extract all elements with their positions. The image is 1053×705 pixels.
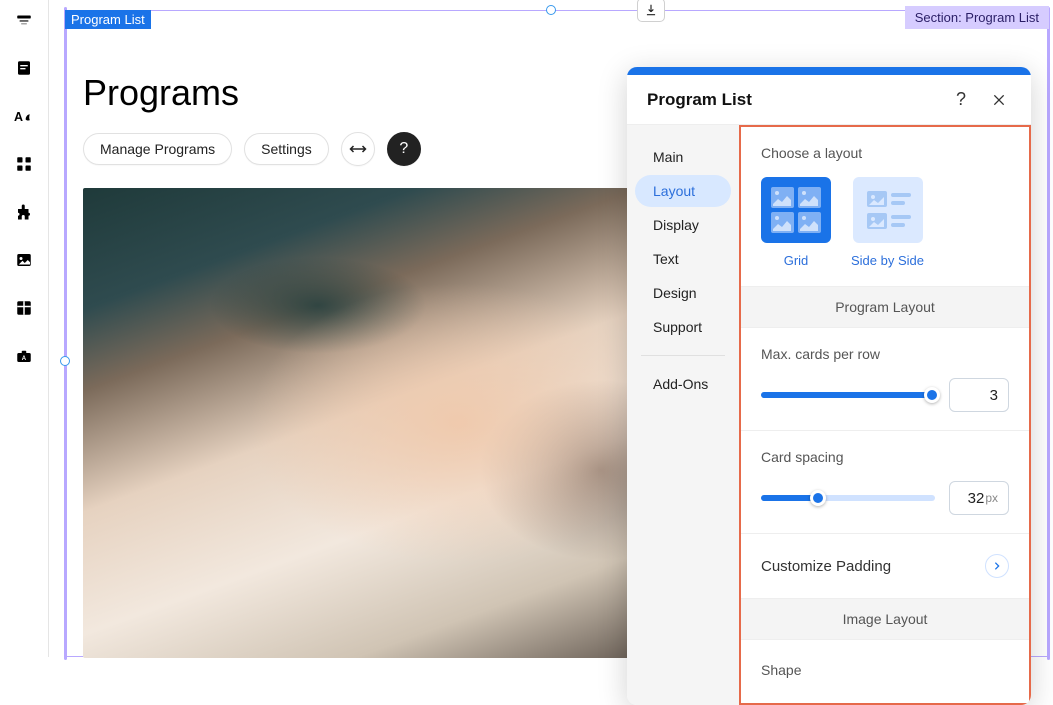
panel-accent-bar: [627, 67, 1031, 75]
program-layout-header: Program Layout: [741, 287, 1029, 328]
shape-section: Shape: [741, 640, 1029, 682]
customize-padding-row[interactable]: Customize Padding: [741, 534, 1029, 599]
customize-padding-label: Customize Padding: [761, 558, 891, 575]
media-icon[interactable]: [10, 246, 38, 274]
choose-layout-label: Choose a layout: [761, 145, 1009, 161]
nav-design[interactable]: Design: [635, 277, 731, 309]
choose-layout-section: Choose a layout: [741, 127, 1029, 287]
image-layout-header: Image Layout: [741, 599, 1029, 640]
chevron-right-icon: [985, 554, 1009, 578]
shape-label: Shape: [761, 662, 1009, 678]
page-icon[interactable]: [10, 54, 38, 82]
editor-stage: Section: Program List Program List Progr…: [48, 0, 1053, 657]
panel-header: Program List ?: [627, 75, 1031, 125]
nav-layout[interactable]: Layout: [635, 175, 731, 207]
nav-display[interactable]: Display: [635, 209, 731, 241]
card-spacing-section: Card spacing 32px: [741, 431, 1029, 534]
max-cards-slider[interactable]: [761, 392, 935, 398]
manage-programs-button[interactable]: Manage Programs: [83, 133, 232, 165]
panel-help-icon[interactable]: ?: [949, 88, 973, 112]
card-spacing-value: 32: [968, 490, 985, 507]
max-cards-input[interactable]: 3: [949, 378, 1009, 412]
layers-icon[interactable]: [10, 6, 38, 34]
card-spacing-unit: px: [985, 491, 998, 505]
nav-divider: [641, 355, 725, 356]
svg-text:A: A: [22, 356, 27, 362]
layout-option-grid-label: Grid: [784, 253, 809, 268]
panel-nav: Main Layout Display Text Design Support …: [627, 125, 739, 705]
program-list-panel: Program List ? Main Layout Display Text …: [627, 67, 1031, 705]
stretch-button[interactable]: [341, 132, 375, 166]
program-list-badge: Program List: [65, 10, 151, 29]
theme-icon[interactable]: A: [10, 102, 38, 130]
card-spacing-input[interactable]: 32px: [949, 481, 1009, 515]
layout-option-side[interactable]: Side by Side: [851, 177, 924, 268]
section-label: Section: Program List: [905, 6, 1049, 29]
help-button[interactable]: ?: [387, 132, 421, 166]
addon-icon[interactable]: [10, 198, 38, 226]
max-cards-section: Max. cards per row 3: [741, 328, 1029, 431]
layout-option-side-label: Side by Side: [851, 253, 924, 268]
panel-content: Choose a layout: [739, 125, 1031, 705]
data-icon[interactable]: [10, 294, 38, 322]
nav-main[interactable]: Main: [635, 141, 731, 173]
selection-handle-left[interactable]: [60, 356, 70, 366]
card-spacing-label: Card spacing: [761, 449, 1009, 465]
layout-option-grid[interactable]: Grid: [761, 177, 831, 268]
nav-support[interactable]: Support: [635, 311, 731, 343]
max-cards-label: Max. cards per row: [761, 346, 1009, 362]
max-cards-value: 3: [990, 387, 998, 404]
nav-addons[interactable]: Add-Ons: [635, 368, 731, 400]
panel-title: Program List: [647, 90, 935, 110]
drag-download-chip[interactable]: [637, 0, 665, 22]
apps-icon[interactable]: [10, 150, 38, 178]
card-spacing-slider[interactable]: [761, 495, 935, 501]
panel-close-icon[interactable]: [987, 88, 1011, 112]
svg-text:A: A: [14, 110, 23, 124]
selection-handle-top[interactable]: [546, 5, 556, 15]
business-icon[interactable]: A: [10, 342, 38, 370]
left-rail: A A: [0, 0, 48, 657]
nav-text[interactable]: Text: [635, 243, 731, 275]
settings-button[interactable]: Settings: [244, 133, 329, 165]
